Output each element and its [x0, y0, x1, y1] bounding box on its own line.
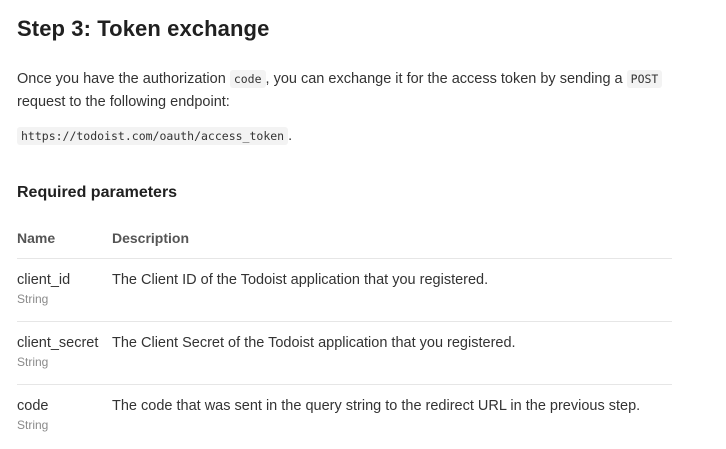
endpoint-line: https://todoist.com/oauth/access_token.: [17, 126, 292, 146]
param-description: The Client Secret of the Todoist applica…: [112, 335, 516, 351]
intro-text-before: Once you have the authorization: [17, 71, 230, 87]
inline-code-post: POST: [626, 70, 663, 88]
param-name-cell: client_id String: [17, 258, 112, 322]
param-type: String: [17, 292, 49, 306]
param-name: client_id: [17, 272, 71, 288]
param-type: String: [17, 418, 49, 432]
intro-paragraph: Once you have the authorization code, yo…: [17, 68, 687, 114]
param-description: The Client ID of the Todoist application…: [112, 272, 489, 288]
table-header-row: Name Description: [17, 218, 672, 259]
table-row: client_id String The Client ID of the To…: [17, 258, 672, 322]
param-name: client_secret: [17, 335, 99, 351]
param-name: code: [17, 398, 49, 414]
required-parameters-heading: Required parameters: [17, 184, 178, 201]
param-description-cell: The Client Secret of the Todoist applica…: [112, 321, 672, 385]
column-header-description: Description: [112, 218, 672, 259]
param-name-cell: code String: [17, 385, 112, 448]
inline-code-code: code: [229, 70, 266, 88]
column-header-name: Name: [17, 218, 112, 259]
intro-text-middle: , you can exchange it for the access tok…: [265, 71, 627, 87]
parameters-table: Name Description client_id String The Cl…: [17, 218, 672, 447]
table-row: code String The code that was sent in th…: [17, 385, 672, 448]
param-description-cell: The code that was sent in the query stri…: [112, 385, 672, 448]
step-title: Step 3: Token exchange: [17, 16, 270, 41]
param-name-cell: client_secret String: [17, 321, 112, 385]
param-type: String: [17, 355, 49, 369]
endpoint-suffix: .: [288, 128, 293, 144]
endpoint-url: https://todoist.com/oauth/access_token: [17, 127, 289, 145]
intro-text-after: request to the following endpoint:: [17, 94, 230, 110]
table-row: client_secret String The Client Secret o…: [17, 321, 672, 385]
param-description-cell: The Client ID of the Todoist application…: [112, 258, 672, 322]
param-description: The code that was sent in the query stri…: [112, 398, 641, 414]
